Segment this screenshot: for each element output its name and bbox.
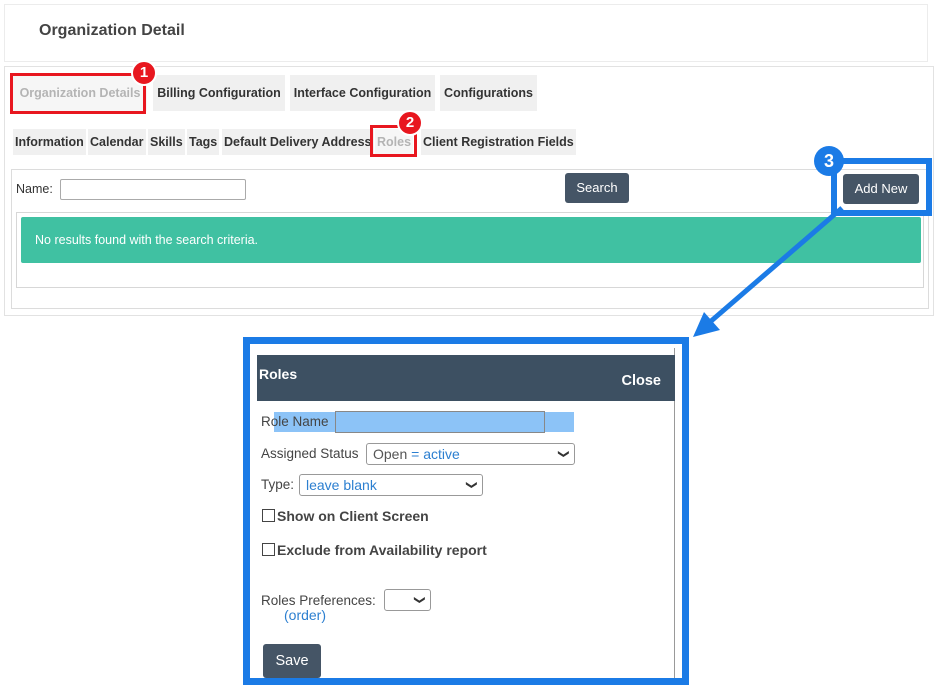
modal-header: Roles Close (257, 355, 675, 401)
type-select[interactable]: leave blank ❯ (299, 474, 483, 496)
roles-preferences-label: Roles Preferences: (261, 593, 376, 608)
role-name-input[interactable] (335, 411, 545, 433)
assigned-status-note: = active (411, 446, 460, 462)
assigned-status-value: Open (373, 446, 408, 462)
arrow-line (708, 206, 844, 324)
show-on-client-checkbox[interactable] (262, 509, 275, 522)
type-label: Type: (261, 477, 295, 492)
show-on-client-label: Show on Client Screen (277, 508, 429, 524)
assigned-status-label: Assigned Status (261, 446, 359, 461)
chevron-down-icon: ❯ (465, 480, 478, 490)
save-button[interactable]: Save (263, 644, 321, 678)
roles-preferences-note: (order) (284, 607, 327, 623)
modal-title: Roles (259, 366, 298, 382)
assigned-status-select[interactable]: Open = active ❯ (366, 443, 575, 465)
type-value: leave blank (306, 477, 377, 493)
exclude-availability-checkbox[interactable] (262, 543, 275, 556)
close-button[interactable]: Close (622, 373, 662, 389)
role-name-label: Role Name (261, 414, 329, 429)
roles-preferences-select[interactable]: ❯ (384, 589, 431, 611)
chevron-down-icon: ❯ (557, 449, 570, 459)
exclude-availability-label: Exclude from Availability report (277, 542, 487, 558)
chevron-down-icon: ❯ (413, 595, 426, 605)
modal-body: Roles Close Role Name Assigned Status Op… (257, 348, 675, 678)
roles-modal: Roles Close Role Name Assigned Status Op… (243, 337, 689, 685)
